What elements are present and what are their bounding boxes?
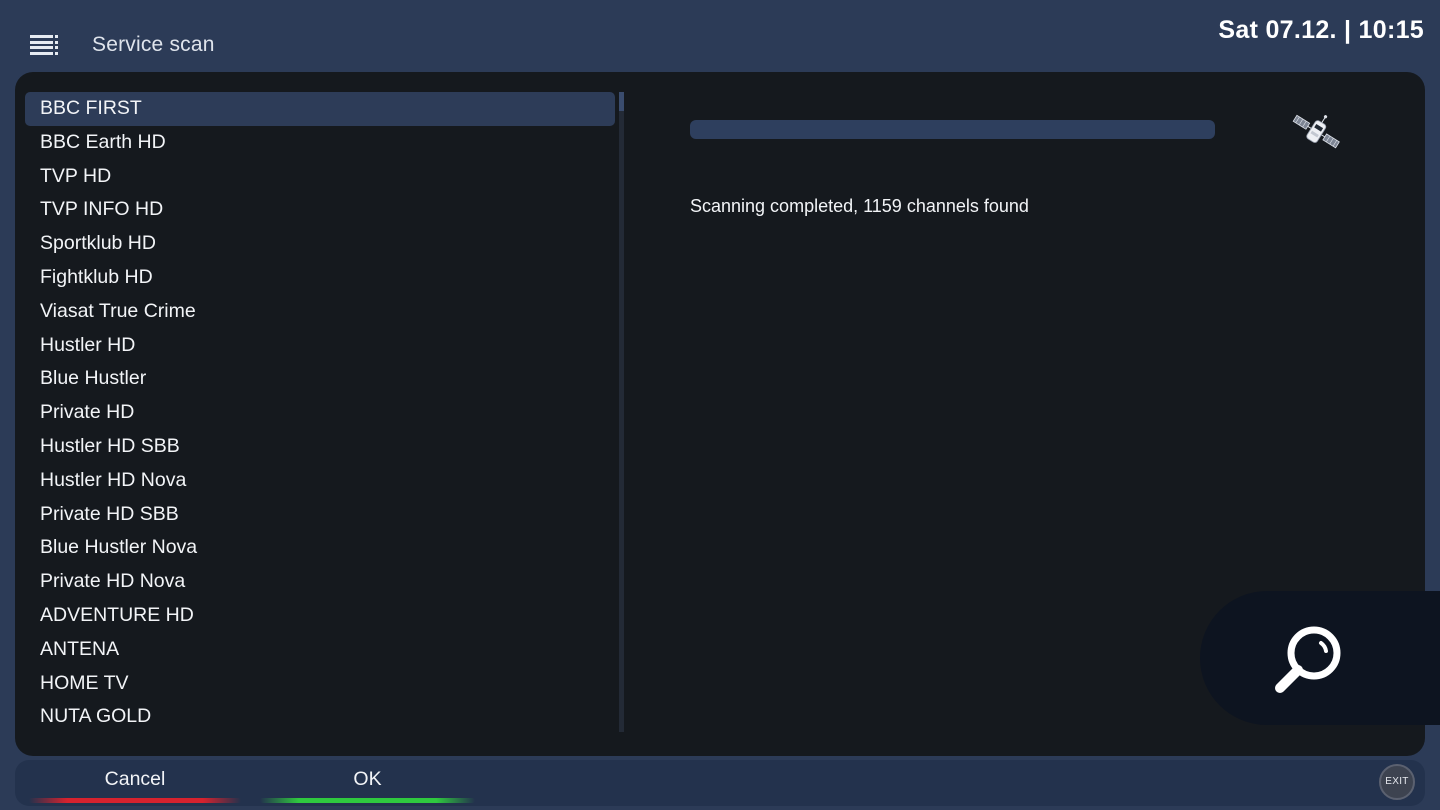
channel-item[interactable]: BBC Earth HD bbox=[25, 126, 615, 160]
date-time: Sat 07.12. | 10:15 bbox=[1218, 16, 1424, 44]
channel-item[interactable]: Viasat True Crime bbox=[25, 295, 615, 329]
channel-item[interactable]: Private HD Nova bbox=[25, 565, 615, 599]
channel-list[interactable]: BBC FIRST BBC Earth HD TVP HD TVP INFO HD Sp… bbox=[25, 92, 615, 734]
channel-item[interactable]: TVP HD bbox=[25, 160, 615, 194]
red-key-indicator bbox=[29, 798, 241, 803]
channel-item[interactable]: HOME TV bbox=[25, 667, 615, 701]
ok-button[interactable]: OK bbox=[260, 768, 475, 791]
channel-item[interactable]: ADVENTURE HD bbox=[25, 599, 615, 633]
footer-bar: Cancel OK EXIT bbox=[15, 760, 1425, 806]
menu-icon[interactable] bbox=[30, 35, 58, 55]
channel-item[interactable]: Hustler HD Nova bbox=[25, 464, 615, 498]
channel-item[interactable]: Hustler HD bbox=[25, 329, 615, 363]
scan-progress-bar bbox=[690, 120, 1215, 139]
channel-item[interactable]: Private HD bbox=[25, 396, 615, 430]
channel-item[interactable]: ANTENA bbox=[25, 633, 615, 667]
search-badge bbox=[1200, 591, 1440, 725]
channel-item[interactable]: Private HD SBB bbox=[25, 498, 615, 532]
green-key-indicator bbox=[260, 798, 475, 803]
channel-item[interactable]: BBC FIRST bbox=[25, 92, 615, 126]
channel-item[interactable]: TVP INFO HD bbox=[25, 193, 615, 227]
satellite-icon bbox=[1292, 114, 1340, 149]
channel-item[interactable]: Sportklub HD bbox=[25, 227, 615, 261]
service-scan-screen: Service scan Sat 07.12. | 10:15 BBC FIRS… bbox=[0, 0, 1440, 810]
exit-button[interactable]: EXIT bbox=[1379, 764, 1415, 800]
search-icon bbox=[1275, 626, 1341, 693]
scrollbar[interactable] bbox=[619, 92, 624, 732]
scan-status-text: Scanning completed, 1159 channels found bbox=[690, 196, 1029, 216]
page-title: Service scan bbox=[92, 33, 215, 56]
channel-item[interactable]: Blue Hustler Nova bbox=[25, 531, 615, 565]
channel-item[interactable]: Fightklub HD bbox=[25, 261, 615, 295]
cancel-button[interactable]: Cancel bbox=[25, 768, 245, 791]
channel-item[interactable]: Hustler HD SBB bbox=[25, 430, 615, 464]
scrollbar-thumb[interactable] bbox=[619, 92, 624, 111]
channel-item[interactable]: Blue Hustler bbox=[25, 362, 615, 396]
channel-item[interactable]: NUTA GOLD bbox=[25, 700, 615, 734]
